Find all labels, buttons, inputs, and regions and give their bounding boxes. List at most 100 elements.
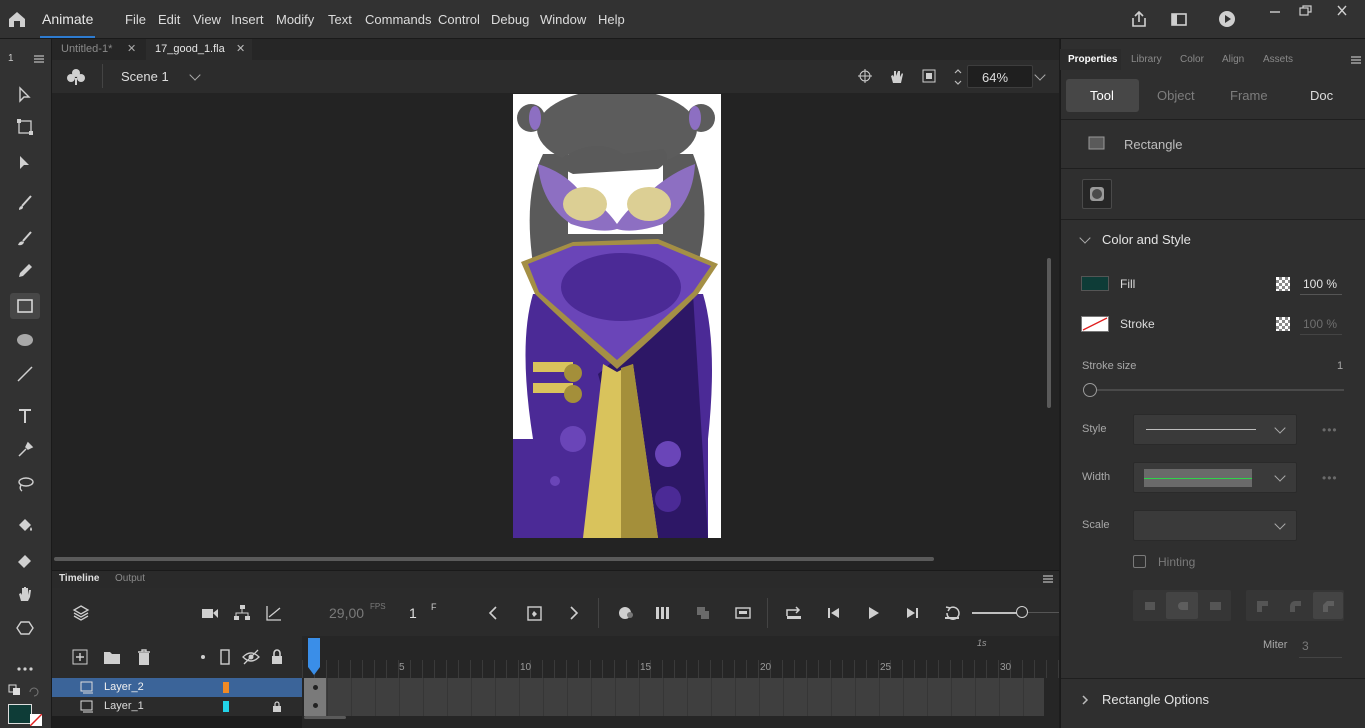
edit-multiple-frames-icon[interactable] xyxy=(654,604,672,622)
step-back-icon[interactable] xyxy=(825,604,843,622)
object-drawing-button[interactable] xyxy=(1082,179,1112,209)
stroke-color-swatch[interactable] xyxy=(30,714,42,726)
paint-bucket-tool[interactable] xyxy=(10,513,40,539)
zoom-stepper-icon[interactable] xyxy=(953,66,963,88)
playhead[interactable] xyxy=(307,637,321,677)
new-layer-icon[interactable] xyxy=(72,649,88,665)
restore-icon[interactable] xyxy=(1294,4,1316,18)
menu-commands[interactable]: Commands xyxy=(365,12,431,27)
menu-modify[interactable]: Modify xyxy=(276,12,314,27)
tab-align[interactable]: Align xyxy=(1222,54,1244,65)
share-icon[interactable] xyxy=(1128,9,1150,29)
width-options-ellipsis-icon[interactable]: ••• xyxy=(1322,471,1338,485)
menu-control[interactable]: Control xyxy=(438,12,480,27)
stroke-size-handle[interactable] xyxy=(1083,383,1097,397)
stroke-alpha[interactable]: 100 % xyxy=(1303,317,1337,331)
timeline-zoom-handle[interactable] xyxy=(1016,606,1028,618)
subselection-tool[interactable] xyxy=(10,150,40,176)
more-tools-button[interactable] xyxy=(10,655,40,681)
join-round-icon[interactable] xyxy=(1287,598,1303,614)
parenting-icon[interactable] xyxy=(233,604,251,622)
subtab-frame[interactable]: Frame xyxy=(1230,88,1268,103)
hand-tool[interactable] xyxy=(10,581,40,607)
tab-assets[interactable]: Assets xyxy=(1263,54,1293,65)
lock-icon[interactable] xyxy=(272,701,282,712)
stage-vertical-scrollbar[interactable] xyxy=(1047,258,1051,408)
stage-canvas[interactable] xyxy=(513,94,721,538)
scale-dropdown[interactable] xyxy=(1133,510,1297,541)
layer-color-swatch[interactable] xyxy=(223,682,229,693)
menu-help[interactable]: Help xyxy=(598,12,625,27)
selection-tool[interactable] xyxy=(10,82,40,108)
pencil-tool[interactable] xyxy=(10,258,40,284)
app-name[interactable]: Animate xyxy=(42,11,93,27)
rotate-stage-icon[interactable] xyxy=(888,68,906,85)
test-movie-play-icon[interactable] xyxy=(1216,9,1238,29)
minimize-icon[interactable] xyxy=(1264,4,1286,18)
tab-timeline[interactable]: Timeline xyxy=(59,573,99,584)
menu-edit[interactable]: Edit xyxy=(158,12,180,27)
trash-icon[interactable] xyxy=(136,648,152,666)
tab-close-icon[interactable]: ✕ xyxy=(127,39,136,60)
stroke-style-dropdown[interactable] xyxy=(1133,414,1297,445)
play-icon[interactable] xyxy=(864,604,882,622)
layer-2-frames[interactable] xyxy=(304,678,1044,697)
hinting-checkbox[interactable] xyxy=(1133,555,1146,568)
subtab-tool[interactable]: Tool xyxy=(1090,88,1114,103)
frames-scrollbar[interactable] xyxy=(304,716,346,719)
insert-keyframe-icon[interactable] xyxy=(526,604,544,622)
layer-row-layer-1[interactable]: Layer_1 xyxy=(52,697,302,716)
menu-debug[interactable]: Debug xyxy=(491,12,529,27)
zoom-input[interactable]: 64% xyxy=(967,65,1033,88)
layer-row-layer-2[interactable]: Layer_2 xyxy=(52,678,302,697)
section-rectangle-options[interactable]: Rectangle Options xyxy=(1102,692,1209,707)
line-tool[interactable] xyxy=(10,361,40,387)
menu-text[interactable]: Text xyxy=(328,12,352,27)
convert-symbol-icon[interactable] xyxy=(734,604,752,622)
menu-icon[interactable] xyxy=(1350,55,1362,65)
lock-icon[interactable] xyxy=(270,649,284,665)
outline-icon[interactable] xyxy=(220,649,230,665)
layers-icon[interactable] xyxy=(72,604,90,622)
layer-name[interactable]: Layer_1 xyxy=(104,697,144,716)
tab-library[interactable]: Library xyxy=(1131,54,1162,65)
cap-square-icon[interactable] xyxy=(1207,598,1223,614)
reset-colors-icon[interactable] xyxy=(28,686,40,698)
section-color-style[interactable]: Color and Style xyxy=(1102,232,1191,247)
menu-icon[interactable] xyxy=(1042,574,1054,584)
current-frame[interactable]: 1 xyxy=(409,605,417,621)
fill-alpha[interactable]: 100 % xyxy=(1303,277,1337,291)
chevron-right-icon[interactable] xyxy=(1080,694,1090,706)
club-icon[interactable] xyxy=(66,68,86,86)
loop-icon[interactable] xyxy=(784,604,804,622)
stage-horizontal-scrollbar[interactable] xyxy=(54,557,934,561)
character-artwork[interactable] xyxy=(513,94,721,538)
layer-color-swatch[interactable] xyxy=(223,701,229,712)
lasso-tool[interactable] xyxy=(10,471,40,497)
tab-untitled-1[interactable]: Untitled-1* ✕ xyxy=(52,39,144,60)
miter-input[interactable]: 3 xyxy=(1302,639,1309,653)
close-icon[interactable] xyxy=(1330,4,1354,18)
swap-colors-icon[interactable] xyxy=(8,684,22,696)
sync-icon[interactable] xyxy=(694,604,712,622)
next-frame-icon[interactable] xyxy=(567,604,581,622)
hide-all-eye-icon[interactable] xyxy=(242,649,260,665)
center-stage-icon[interactable] xyxy=(857,68,873,84)
layer-1-frames[interactable] xyxy=(304,697,1044,716)
highlight-dot-icon[interactable] xyxy=(201,655,205,659)
tab-color[interactable]: Color xyxy=(1180,54,1204,65)
free-transform-tool[interactable] xyxy=(10,114,40,140)
tab-17-good-1[interactable]: 17_good_1.fla ✕ xyxy=(146,39,252,60)
style-options-ellipsis-icon[interactable]: ••• xyxy=(1322,423,1338,437)
fill-color-swatch[interactable] xyxy=(8,704,32,724)
folder-icon[interactable] xyxy=(103,649,121,665)
eraser-tool[interactable] xyxy=(10,547,40,573)
width-profile-dropdown[interactable] xyxy=(1133,462,1297,493)
eyedropper-tool[interactable] xyxy=(10,437,40,463)
menu-file[interactable]: File xyxy=(125,12,146,27)
step-forward-icon[interactable] xyxy=(903,604,921,622)
workspace-icon[interactable] xyxy=(1168,9,1190,29)
stroke-size-slider[interactable] xyxy=(1096,389,1344,391)
rectangle-tool[interactable] xyxy=(10,293,40,319)
rewind-icon[interactable] xyxy=(943,604,961,622)
